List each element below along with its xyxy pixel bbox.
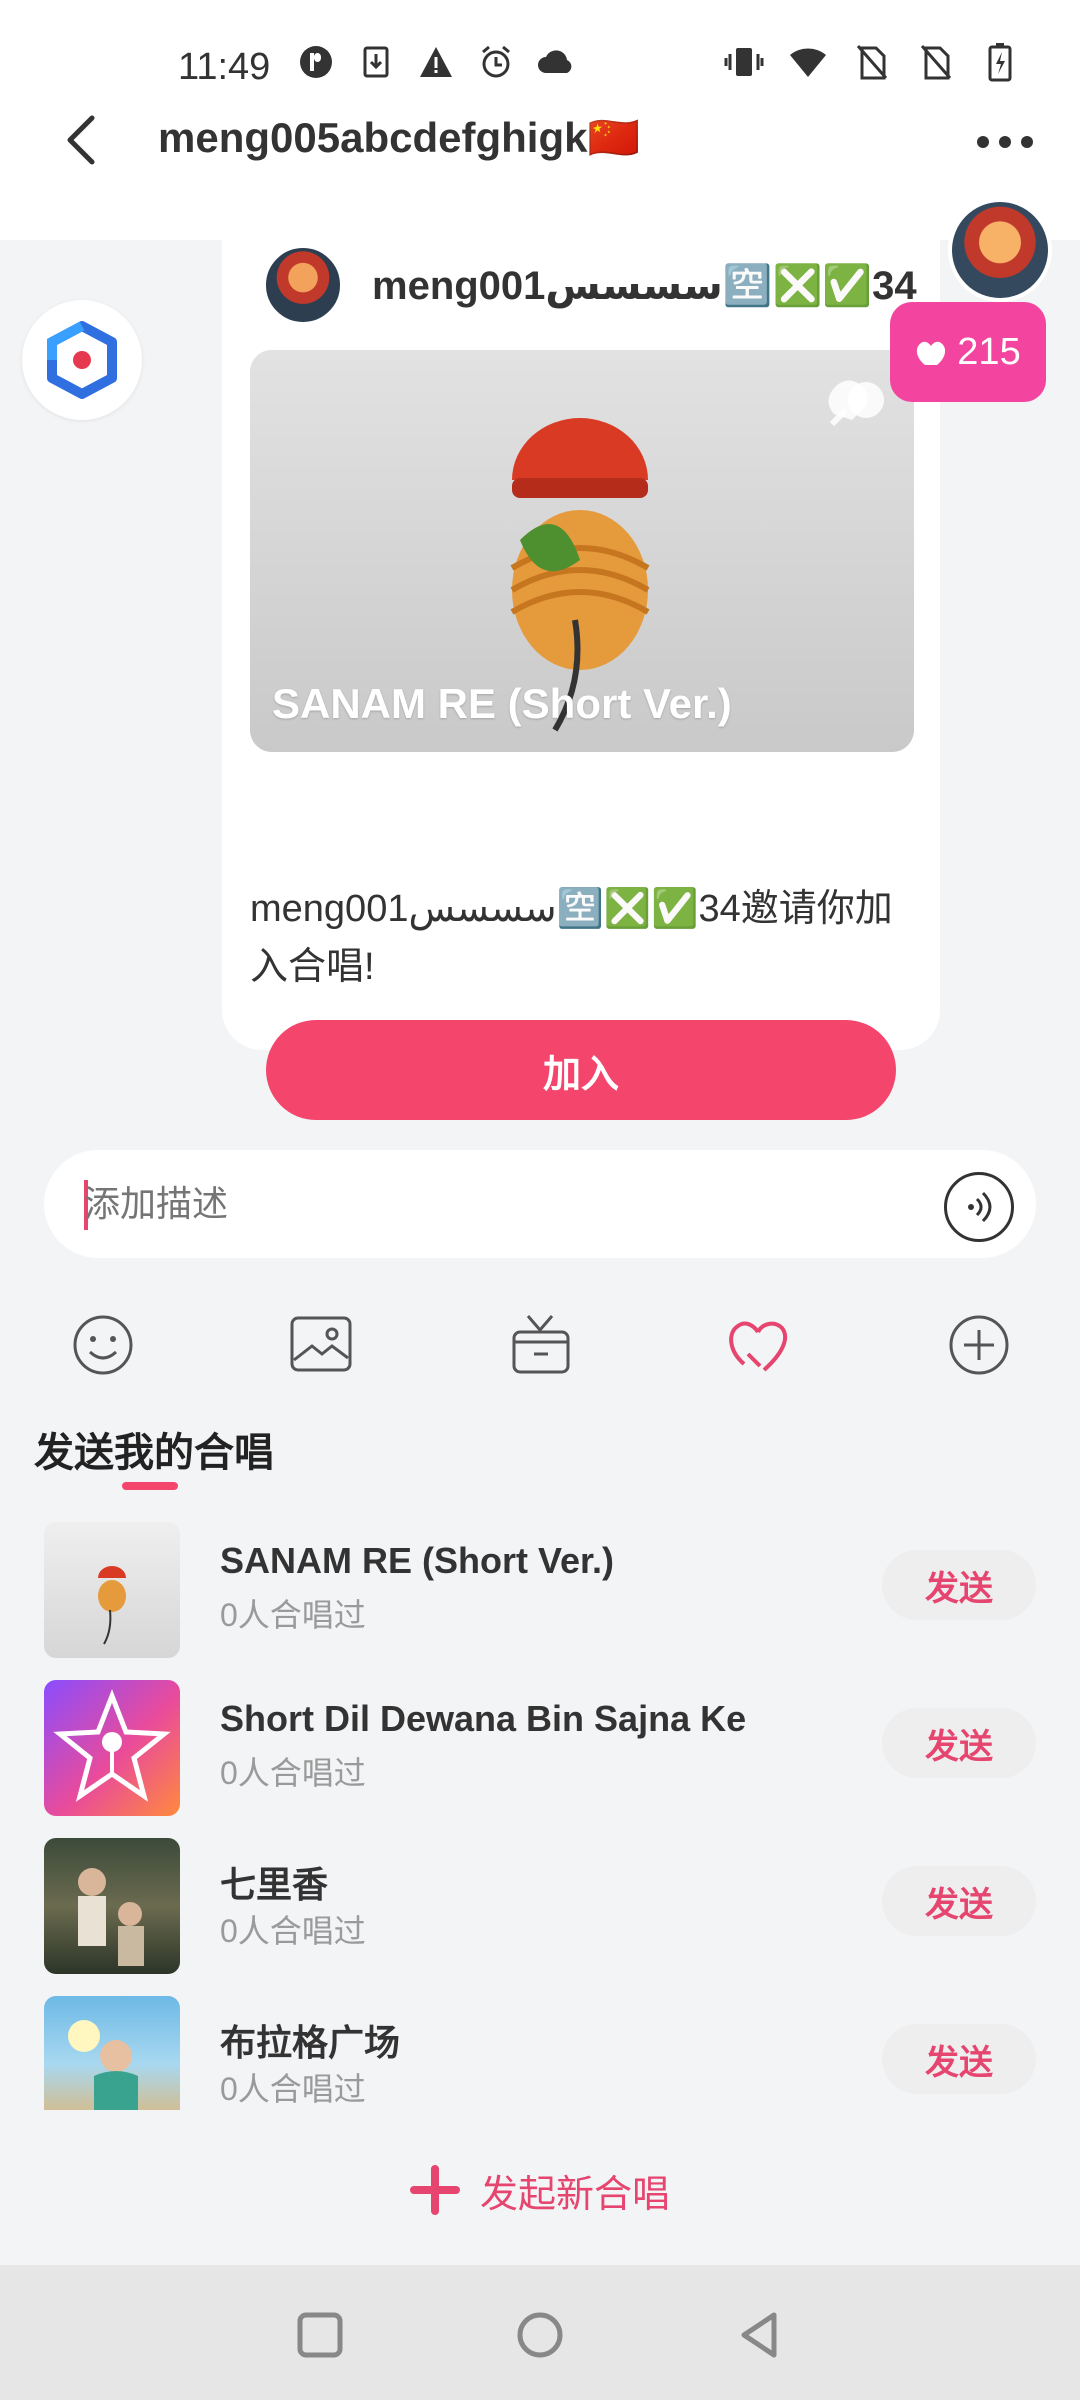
- sender-name: meng001سسسس🈳❎✅34: [372, 263, 917, 308]
- gift-button[interactable]: [506, 1310, 576, 1380]
- hearts-icon: [917, 341, 946, 365]
- message-input-bar: [44, 1150, 1036, 1258]
- warning-icon: [416, 42, 456, 82]
- no-sim-icon: [852, 42, 892, 82]
- invite-message: meng001سسسس🈳❎✅34邀请你加入合唱!: [250, 888, 893, 988]
- no-sim-icon: [916, 42, 956, 82]
- image-button[interactable]: [286, 1310, 356, 1380]
- status-icons-right: [724, 42, 1020, 82]
- tools-row: [0, 1300, 1080, 1390]
- page-title: meng005abcdefghigk🇨🇳: [158, 114, 640, 161]
- plus-circle-icon: [949, 1315, 1009, 1375]
- app-logo-icon: [47, 321, 117, 399]
- song-title: Short Dil Dewana Bin Sajna Ke: [220, 1698, 747, 1739]
- song-subtitle: 0人合唱过: [220, 1755, 366, 1791]
- join-button[interactable]: 加入: [266, 1020, 896, 1120]
- send-button[interactable]: 发送: [882, 2024, 1036, 2094]
- song-item[interactable]: 布拉格广场 0人合唱过 发送: [0, 1984, 1080, 2110]
- back-nav-button[interactable]: [730, 2305, 790, 2365]
- likes-badge[interactable]: 215: [890, 302, 1046, 402]
- circle-icon: [517, 2312, 563, 2358]
- send-button[interactable]: 发送: [882, 1550, 1036, 1620]
- chorus-invite-card: meng001سسسس🈳❎✅34 SANAM RE (Short Ver.) m…: [222, 190, 940, 1120]
- song-item[interactable]: 七里香 0人合唱过 发送: [0, 1826, 1080, 1976]
- song-media-card[interactable]: SANAM RE (Short Ver.): [250, 350, 914, 752]
- song-thumbnail: [44, 1680, 180, 1816]
- more-dots-icon: [977, 136, 1033, 148]
- chorus-mic-icon: [828, 380, 884, 427]
- song-thumbnail: [44, 1996, 180, 2110]
- song-thumbnail: [44, 1522, 180, 1658]
- more-options-button[interactable]: [970, 112, 1040, 172]
- new-chorus-label: 发起新合唱: [479, 2173, 670, 2216]
- song-subtitle: 0人合唱过: [220, 2071, 366, 2107]
- song-item[interactable]: SANAM RE (Short Ver.) 0人合唱过 发送: [0, 1510, 1080, 1660]
- status-time: 11:49: [178, 46, 271, 88]
- cloud-icon: [536, 42, 576, 82]
- triangle-back-icon: [741, 2312, 777, 2358]
- home-button[interactable]: [510, 2305, 570, 2365]
- song-subtitle: 0人合唱过: [220, 1597, 366, 1633]
- chat-area: meng001سسسس🈳❎✅34 SANAM RE (Short Ver.) m…: [0, 190, 1080, 1120]
- alarm-icon: [476, 42, 516, 82]
- image-icon: [290, 1316, 352, 1372]
- gift-icon: [512, 1315, 570, 1374]
- sender-avatar[interactable]: [262, 244, 344, 326]
- my-avatar[interactable]: [948, 198, 1052, 302]
- system-nav-bar: [0, 2265, 1080, 2400]
- voice-input-button[interactable]: [944, 1172, 1014, 1242]
- voice-wave-icon: [968, 1191, 992, 1223]
- song-item[interactable]: Short Dil Dewana Bin Sajna Ke 0人合唱过 发送: [0, 1668, 1080, 1818]
- square-icon: [297, 2312, 343, 2358]
- back-button[interactable]: [52, 110, 112, 170]
- star-mic-icon: [53, 1689, 171, 1802]
- p-icon: [296, 42, 336, 82]
- wifi-icon: [788, 42, 828, 82]
- my-chorus-list: SANAM RE (Short Ver.) 0人合唱过 发送 Short Dil…: [0, 1510, 1080, 2110]
- song-title: SANAM RE (Short Ver.): [220, 1540, 615, 1581]
- description-input[interactable]: [84, 1178, 904, 1230]
- more-tools-button[interactable]: [944, 1310, 1014, 1380]
- chorus-icon: [729, 1321, 788, 1372]
- song-thumbnail: [44, 1838, 180, 1974]
- recent-apps-button[interactable]: [290, 2305, 350, 2365]
- new-chorus-button[interactable]: 发起新合唱: [0, 2150, 1080, 2230]
- song-title: 布拉格广场: [220, 2022, 401, 2063]
- likes-count: 215: [957, 330, 1021, 373]
- status-icons-left: [296, 42, 576, 82]
- emoji-button[interactable]: [68, 1310, 138, 1380]
- invite-header: meng001سسسس🈳❎✅34: [262, 240, 917, 330]
- send-button[interactable]: 发送: [882, 1708, 1036, 1778]
- emoji-icon: [73, 1315, 133, 1375]
- bot-avatar[interactable]: [22, 300, 142, 420]
- chevron-left-icon: [67, 115, 95, 165]
- send-button[interactable]: 发送: [882, 1866, 1036, 1936]
- vibrate-icon: [724, 42, 764, 82]
- plus-icon: [409, 2165, 460, 2215]
- battery-charging-icon: [980, 42, 1020, 82]
- panel-title: 发送我的合唱: [34, 1431, 274, 1475]
- song-title: 七里香: [220, 1864, 329, 1905]
- download-icon: [356, 42, 396, 82]
- song-subtitle: 0人合唱过: [220, 1913, 366, 1949]
- song-title-overlay: SANAM RE (Short Ver.): [272, 680, 732, 727]
- tab-underline: [122, 1482, 178, 1490]
- chorus-button[interactable]: [724, 1310, 794, 1380]
